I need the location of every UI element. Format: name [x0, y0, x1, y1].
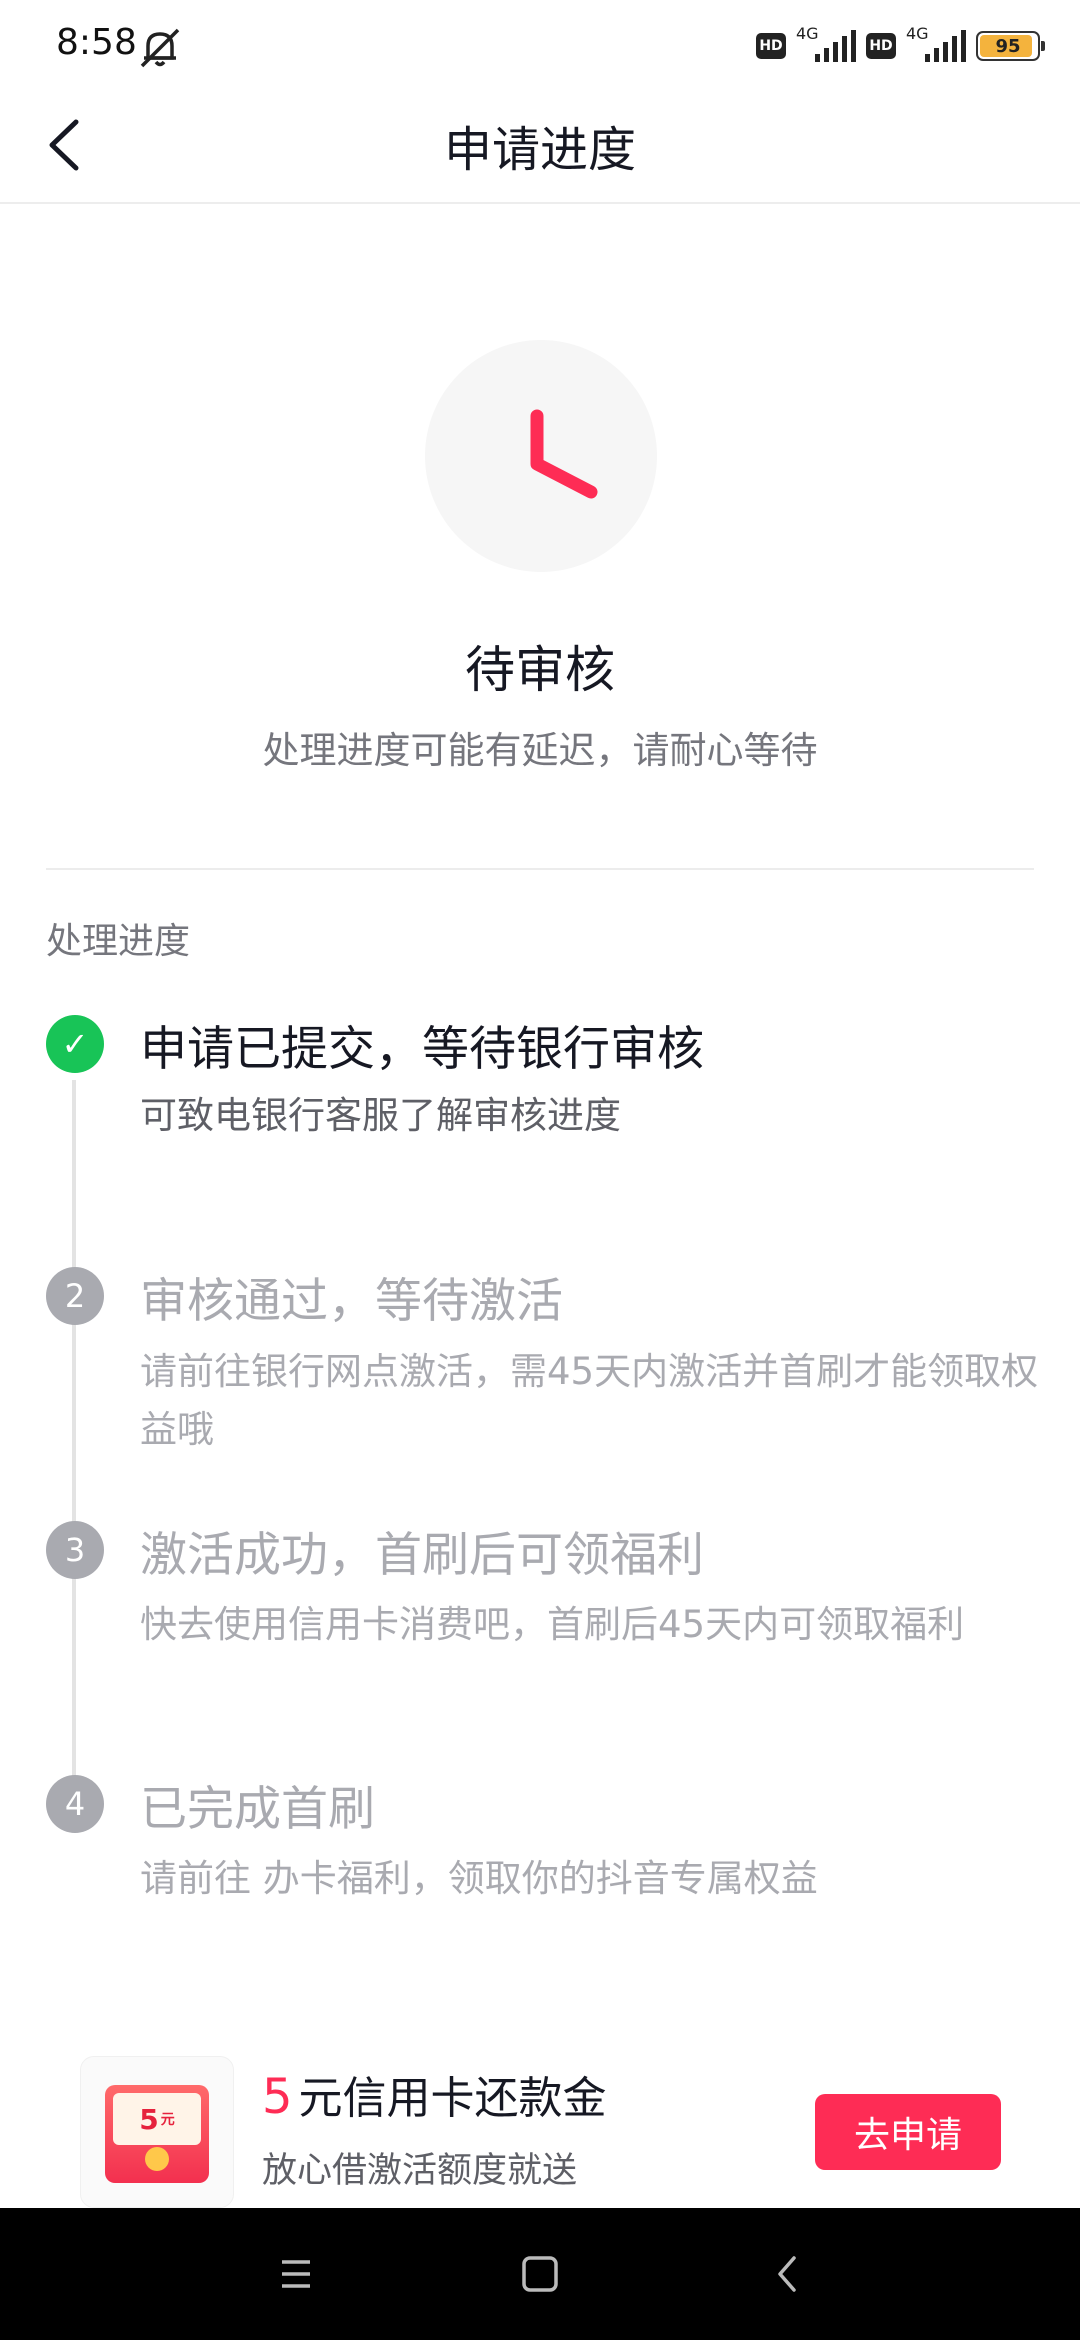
step-number: 4 — [46, 1775, 104, 1833]
page-title: 申请进度 — [443, 122, 636, 178]
clock-icon — [425, 340, 657, 572]
menu-icon[interactable] — [266, 2244, 326, 2304]
battery-level: 95 — [995, 35, 1021, 57]
apply-button[interactable]: 去申请 — [815, 2094, 1001, 2170]
red-envelope-icon: 5元 — [80, 2056, 234, 2208]
step-title: 审核通过，等待激活 — [140, 1274, 563, 1329]
header: 申请进度 — [0, 92, 1080, 204]
signal-icon: 4G — [906, 24, 966, 64]
step-desc: 请前往 办卡福利，领取你的抖音专属权益 — [140, 1857, 818, 1900]
thumb-amount: 5 — [139, 2102, 159, 2136]
status-bar: 8:58 HD 4G HD 4G 95 — [0, 0, 1080, 92]
bell-muted-icon — [140, 28, 180, 68]
check-icon: ✓ — [46, 1015, 104, 1073]
signal-icon: 4G — [796, 24, 856, 64]
step-number: 2 — [46, 1267, 104, 1325]
status-title: 待审核 — [465, 641, 615, 699]
step-title: 已完成首刷 — [140, 1782, 375, 1837]
step-desc: 可致电银行客服了解审核进度 — [140, 1094, 621, 1137]
back-nav-icon[interactable] — [758, 2244, 818, 2304]
section-label: 处理进度 — [46, 921, 191, 962]
status-indicators: HD 4G HD 4G 95 — [756, 24, 1045, 66]
promo-title-text: 元信用卡还款金 — [298, 2073, 607, 2124]
step-title: 申请已提交，等待银行审核 — [140, 1022, 704, 1077]
system-nav-bar — [0, 2208, 1080, 2340]
timeline-line — [72, 1080, 76, 1820]
status-subtitle: 处理进度可能有延迟，请耐心等待 — [262, 729, 818, 772]
promo-title: 5 元信用卡还款金 — [262, 2062, 607, 2126]
thumb-unit: 元 — [160, 2112, 175, 2128]
promo-banner[interactable]: 5元 5 元信用卡还款金 放心借激活额度就送 去申请 — [0, 2050, 1080, 2210]
step-desc: 快去使用信用卡消费吧，首刷后45天内可领取福利 — [140, 1603, 965, 1646]
promo-subtitle: 放心借激活额度就送 — [262, 2151, 578, 2191]
step-number: 3 — [46, 1521, 104, 1579]
hd-badge: HD — [756, 33, 786, 59]
battery-icon: 95 — [976, 31, 1045, 61]
home-icon[interactable] — [510, 2244, 570, 2304]
step-desc: 请前往银行网点激活，需45天内激活并首刷才能领取权益哦 — [140, 1350, 1039, 1451]
promo-amount: 5 — [262, 2069, 293, 2125]
hd-badge: HD — [866, 33, 896, 59]
status-time: 8:58 — [56, 22, 137, 63]
divider — [46, 868, 1034, 870]
step-title: 激活成功，首刷后可领福利 — [140, 1528, 704, 1583]
